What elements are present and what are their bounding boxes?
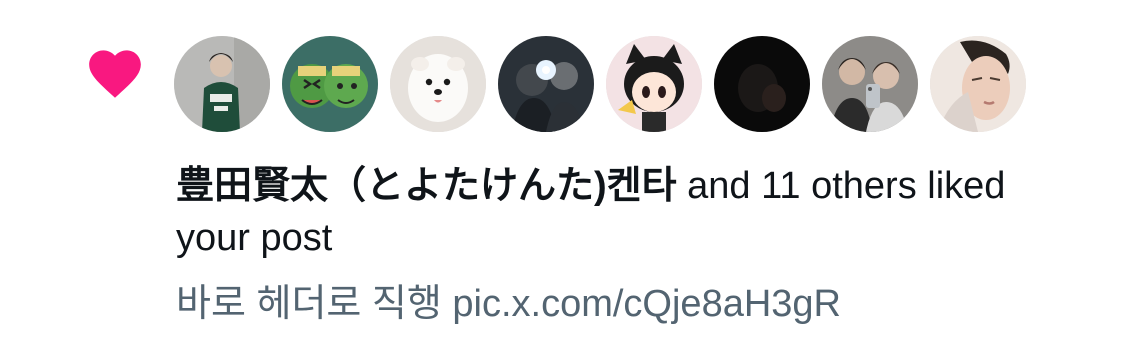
- notification-message: 豊田賢太（とよたけんた)켄타 and 11 others liked your …: [176, 160, 1076, 264]
- avatar-user-2[interactable]: [282, 36, 378, 132]
- liker-avatars: [174, 36, 1026, 132]
- post-preview[interactable]: 바로 헤더로 직행 pic.x.com/cQje8aH3gR: [176, 278, 1076, 330]
- avatar-user-3[interactable]: [390, 36, 486, 132]
- avatar-user-8[interactable]: [930, 36, 1026, 132]
- avatar-user-6[interactable]: [714, 36, 810, 132]
- avatar-user-4[interactable]: [498, 36, 594, 132]
- avatar-user-1[interactable]: [174, 36, 270, 132]
- avatar-user-5[interactable]: [606, 36, 702, 132]
- actor-name[interactable]: 豊田賢太（とよたけんた)켄타: [176, 165, 677, 207]
- heart-icon: [89, 50, 141, 98]
- avatar-user-7[interactable]: [822, 36, 918, 132]
